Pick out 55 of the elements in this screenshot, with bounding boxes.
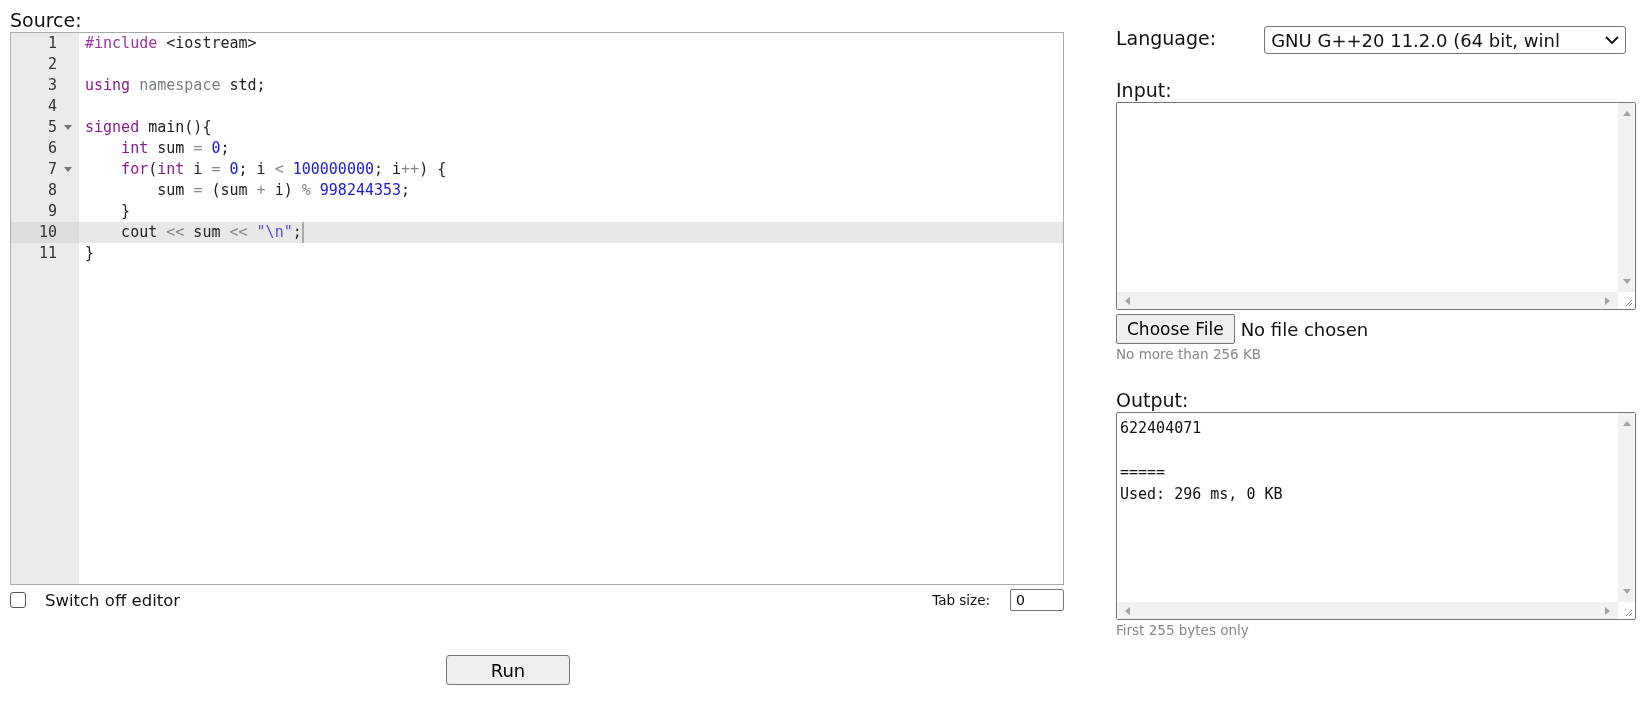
code-line: sum = (sum + i) % 998244353; xyxy=(156,180,411,201)
scroll-up-icon[interactable] xyxy=(1622,111,1631,116)
resize-grip-icon[interactable] xyxy=(1623,297,1633,307)
output-label: Output: xyxy=(1116,388,1189,412)
file-status: No file chosen xyxy=(1240,318,1369,340)
line-number: 3 xyxy=(47,75,57,96)
output-field[interactable]: 622404071 ===== Used: 296 ms, 0 KB xyxy=(1116,412,1636,620)
vertical-scrollbar[interactable] xyxy=(1618,103,1635,292)
code-line: cout << sum << "\n"; xyxy=(120,222,302,243)
switch-off-editor-label[interactable]: Switch off editor xyxy=(45,590,181,610)
input-label: Input: xyxy=(1116,78,1172,102)
line-number: 7 xyxy=(47,159,57,180)
checkbox[interactable] xyxy=(10,592,26,608)
source-label: Source: xyxy=(10,8,82,32)
code-line: int sum = 0; xyxy=(120,138,230,159)
line-number: 9 xyxy=(47,201,57,222)
line-number: 8 xyxy=(47,180,57,201)
scroll-right-icon[interactable] xyxy=(1605,606,1610,615)
chevron-down-icon[interactable] xyxy=(1605,35,1620,45)
code-line: signed main(){ xyxy=(85,117,212,138)
horizontal-scrollbar[interactable] xyxy=(1117,602,1618,619)
line-number: 4 xyxy=(47,96,57,117)
resize-grip-icon[interactable] xyxy=(1623,607,1633,617)
code-line: using namespace std; xyxy=(85,75,266,96)
output-hint: First 255 bytes only xyxy=(1116,622,1250,638)
code-line: } xyxy=(120,201,131,222)
line-number: 2 xyxy=(47,54,57,75)
scroll-left-icon[interactable] xyxy=(1125,606,1130,615)
scroll-down-icon[interactable] xyxy=(1622,589,1631,594)
tab-size-label: Tab size: xyxy=(932,592,990,608)
language-label: Language: xyxy=(1116,26,1217,50)
vertical-scrollbar[interactable] xyxy=(1618,413,1635,602)
horizontal-scrollbar[interactable] xyxy=(1117,292,1618,309)
scroll-up-icon[interactable] xyxy=(1622,421,1631,426)
code-line: #include <iostream> xyxy=(85,33,257,54)
line-number: 11 xyxy=(38,243,57,264)
code-line: } xyxy=(85,243,95,264)
code-line: for(int i = 0; i < 100000000; i++) { xyxy=(120,159,447,180)
scroll-right-icon[interactable] xyxy=(1605,296,1610,305)
choose-file-button[interactable]: Choose File xyxy=(1116,314,1235,344)
line-number: 1 xyxy=(47,33,57,54)
language-dropdown[interactable]: GNU G++20 11.2.0 (64 bit, winl xyxy=(1264,26,1627,54)
tab-size-field[interactable]: 0 xyxy=(1010,589,1064,611)
line-number: 10 xyxy=(38,222,57,243)
line-number: 6 xyxy=(47,138,57,159)
run-button[interactable]: Run xyxy=(446,655,570,685)
scroll-left-icon[interactable] xyxy=(1125,296,1130,305)
fold-arrow-icon[interactable] xyxy=(64,167,72,172)
input-hint: No more than 256 KB xyxy=(1116,346,1263,362)
input-field[interactable] xyxy=(1116,102,1636,310)
fold-arrow-icon[interactable] xyxy=(64,125,72,130)
code-editor[interactable]: 1 #include <iostream> 2 3 using namespace std; 4 5 signed main(){ 6 int sum = 0; 7 for(int i = 0; i < 100000000; i++) { 8 sum = (sum + i) % 998244353; 9 } 10 cout << sum << "\n"; 11 } xyxy=(10,32,1064,585)
text-cursor xyxy=(301,222,304,243)
scroll-down-icon[interactable] xyxy=(1622,279,1631,284)
line-number: 5 xyxy=(47,117,57,138)
